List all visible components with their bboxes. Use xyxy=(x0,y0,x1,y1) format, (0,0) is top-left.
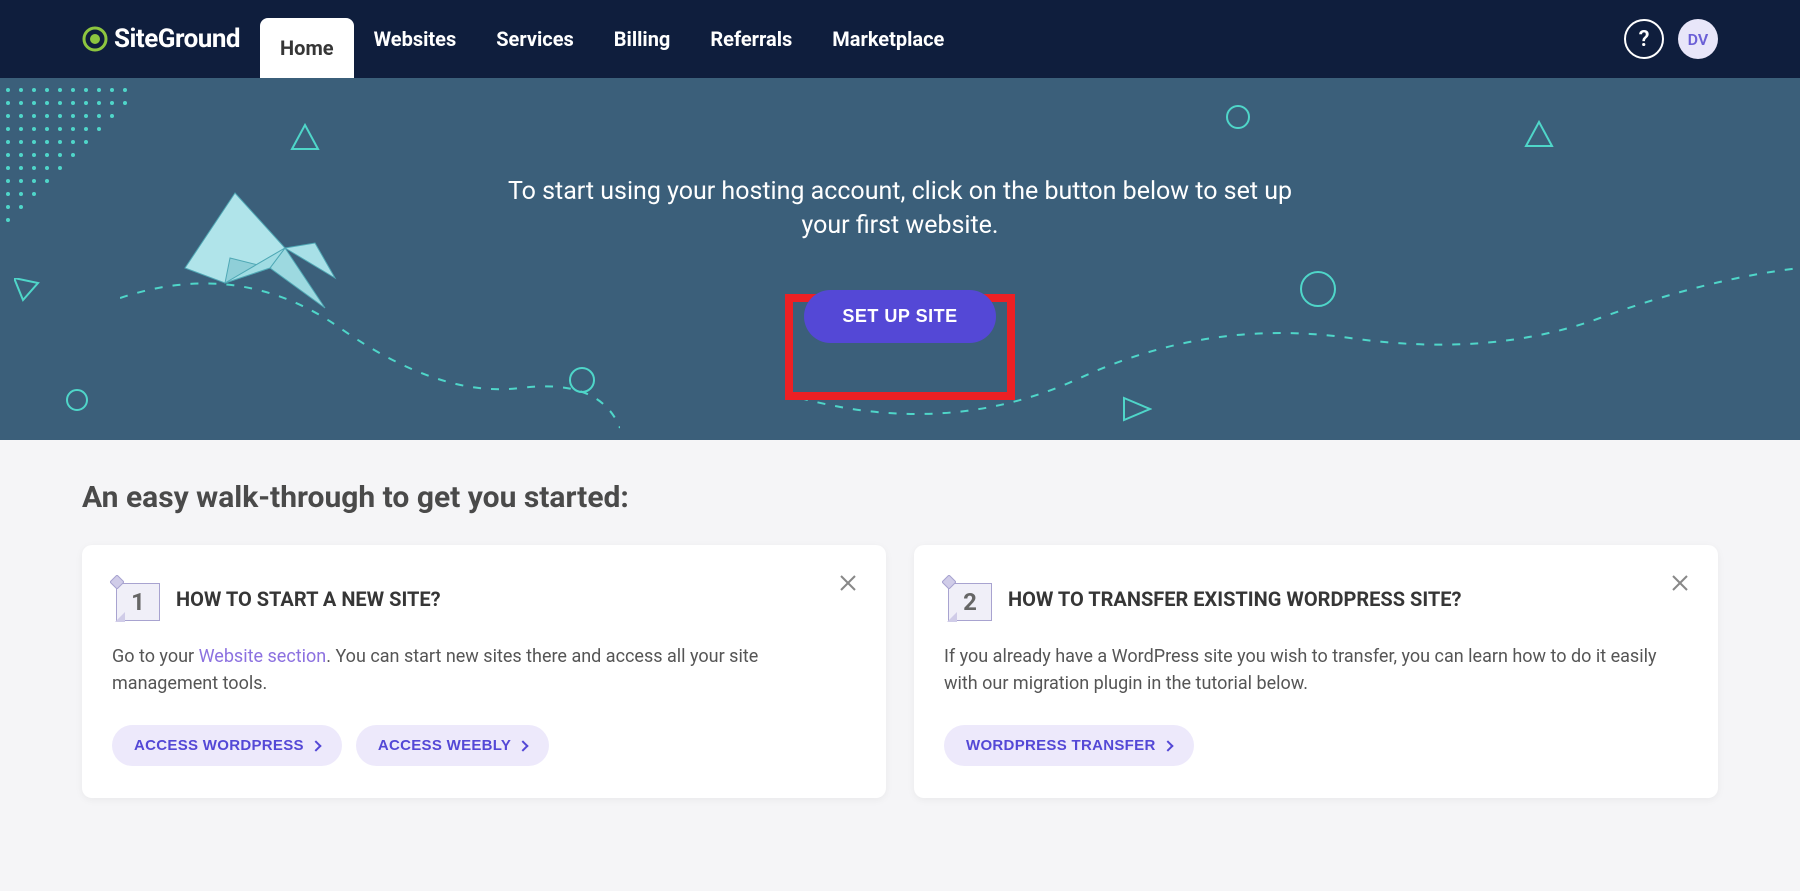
website-section-link[interactable]: Website section xyxy=(199,646,327,667)
card-header: 1 HOW TO START A NEW SITE? xyxy=(112,577,856,621)
crane-illustration xyxy=(170,168,370,343)
brand-name: SiteGround xyxy=(114,24,240,54)
decoration-dots xyxy=(3,85,133,240)
help-button[interactable]: ? xyxy=(1624,19,1664,59)
card-title: HOW TO START A NEW SITE? xyxy=(176,587,441,611)
circle-icon xyxy=(65,388,89,412)
nav-billing[interactable]: Billing xyxy=(594,0,691,78)
circle-icon xyxy=(568,366,596,394)
pin-icon xyxy=(942,575,956,589)
nav-home[interactable]: Home xyxy=(260,18,354,78)
card-title: HOW TO TRANSFER EXISTING WORDPRESS SITE? xyxy=(1008,587,1462,611)
card-actions: WORDPRESS TRANSFER xyxy=(944,725,1688,766)
card-start-new-site: 1 HOW TO START A NEW SITE? Go to your We… xyxy=(82,545,886,798)
user-avatar[interactable]: DV xyxy=(1678,19,1718,59)
logo-icon xyxy=(82,26,108,52)
chevron-right-icon xyxy=(1162,740,1173,751)
card-transfer-wordpress: 2 HOW TO TRANSFER EXISTING WORDPRESS SIT… xyxy=(914,545,1718,798)
nav-websites[interactable]: Websites xyxy=(354,0,477,78)
nav-services[interactable]: Services xyxy=(476,0,594,78)
main-content: An easy walk-through to get you started:… xyxy=(0,440,1800,838)
main-nav: Home Websites Services Billing Referrals… xyxy=(260,0,964,78)
brand-logo[interactable]: SiteGround xyxy=(82,24,240,54)
card-description: Go to your Website section. You can star… xyxy=(112,643,856,697)
circle-icon xyxy=(1225,104,1251,130)
triangle-icon xyxy=(14,278,40,302)
hero-description: To start using your hosting account, cli… xyxy=(500,175,1300,243)
main-header: SiteGround Home Websites Services Billin… xyxy=(0,0,1800,78)
section-heading: An easy walk-through to get you started: xyxy=(82,480,1718,515)
chevron-right-icon xyxy=(310,740,321,751)
circle-icon xyxy=(1299,270,1337,308)
wordpress-transfer-button[interactable]: WORDPRESS TRANSFER xyxy=(944,725,1194,766)
card-header: 2 HOW TO TRANSFER EXISTING WORDPRESS SIT… xyxy=(944,577,1688,621)
cards-container: 1 HOW TO START A NEW SITE? Go to your We… xyxy=(82,545,1718,798)
access-weebly-button[interactable]: ACCESS WEEBLY xyxy=(356,725,549,766)
card-number-badge: 1 xyxy=(112,577,160,621)
close-icon[interactable] xyxy=(1670,573,1690,593)
card-description: If you already have a WordPress site you… xyxy=(944,643,1688,697)
card-number-badge: 2 xyxy=(944,577,992,621)
triangle-icon xyxy=(290,123,320,151)
hero-banner: To start using your hosting account, cli… xyxy=(0,78,1800,440)
set-up-site-button[interactable]: SET UP SITE xyxy=(804,290,995,343)
triangle-icon xyxy=(1122,396,1152,422)
pin-icon xyxy=(110,575,124,589)
chevron-right-icon xyxy=(518,740,529,751)
header-actions: ? DV xyxy=(1624,19,1718,59)
access-wordpress-button[interactable]: ACCESS WORDPRESS xyxy=(112,725,342,766)
nav-referrals[interactable]: Referrals xyxy=(690,0,812,78)
triangle-icon xyxy=(1524,120,1554,148)
close-icon[interactable] xyxy=(838,573,858,593)
card-actions: ACCESS WORDPRESS ACCESS WEEBLY xyxy=(112,725,856,766)
nav-marketplace[interactable]: Marketplace xyxy=(812,0,964,78)
